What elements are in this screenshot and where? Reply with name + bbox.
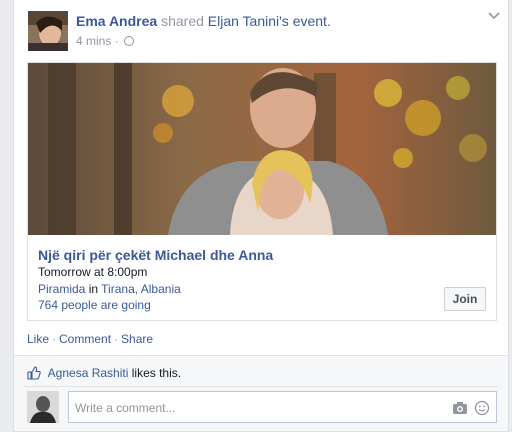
event-going-count[interactable]: 764 people are going xyxy=(38,298,151,312)
emoji-icon[interactable] xyxy=(474,400,490,416)
chevron-down-icon[interactable] xyxy=(488,12,500,20)
event-location: Piramida in Tirana, Albania xyxy=(38,282,181,296)
ufi-footer: Agnesa Rashiti likes this. xyxy=(14,355,508,431)
likes-text: likes this. xyxy=(131,366,182,380)
globe-icon[interactable] xyxy=(124,36,135,46)
comment-input[interactable] xyxy=(75,398,435,418)
like-link[interactable]: Like xyxy=(27,332,49,346)
likes-sentence: Agnesa Rashiti likes this. xyxy=(27,366,181,380)
action-separator: · xyxy=(114,332,119,346)
story-verb: shared xyxy=(161,13,204,29)
comment-link[interactable]: Comment xyxy=(59,332,111,346)
story-meta: 4 mins · xyxy=(76,34,135,48)
timestamp[interactable]: 4 mins xyxy=(76,34,111,48)
join-button[interactable]: Join xyxy=(444,287,486,311)
event-owner-link[interactable]: Eljan Tanini's xyxy=(208,13,289,29)
event-cover-photo[interactable] xyxy=(28,63,496,235)
footer-divider xyxy=(24,386,498,387)
event-venue-link[interactable]: Piramida xyxy=(38,282,85,296)
event-link[interactable]: event. xyxy=(293,13,331,29)
meta-separator: · xyxy=(114,34,119,48)
comment-box[interactable] xyxy=(68,391,497,423)
viewer-avatar[interactable] xyxy=(27,391,59,423)
camera-icon[interactable] xyxy=(452,401,468,415)
action-separator: · xyxy=(52,332,57,346)
event-location-in: in xyxy=(88,282,99,296)
event-city-link[interactable]: Tirana, Albania xyxy=(101,282,181,296)
news-feed-story: Ema Andrea shared Eljan Tanini's event. … xyxy=(13,0,509,432)
event-time: Tomorrow at 8:00pm xyxy=(38,265,148,279)
story-actions: Like · Comment · Share xyxy=(27,332,153,346)
author-name[interactable]: Ema Andrea xyxy=(76,13,157,29)
story-header: Ema Andrea shared Eljan Tanini's event. xyxy=(76,13,331,29)
event-attachment[interactable]: Një qiri për çekët Michael dhe Anna Tomo… xyxy=(27,62,497,321)
liker-name[interactable]: Agnesa Rashiti xyxy=(48,366,129,380)
share-link[interactable]: Share xyxy=(121,332,153,346)
author-avatar[interactable] xyxy=(28,11,68,51)
thumbs-up-icon xyxy=(27,366,41,380)
event-title[interactable]: Një qiri për çekët Michael dhe Anna xyxy=(38,247,273,263)
